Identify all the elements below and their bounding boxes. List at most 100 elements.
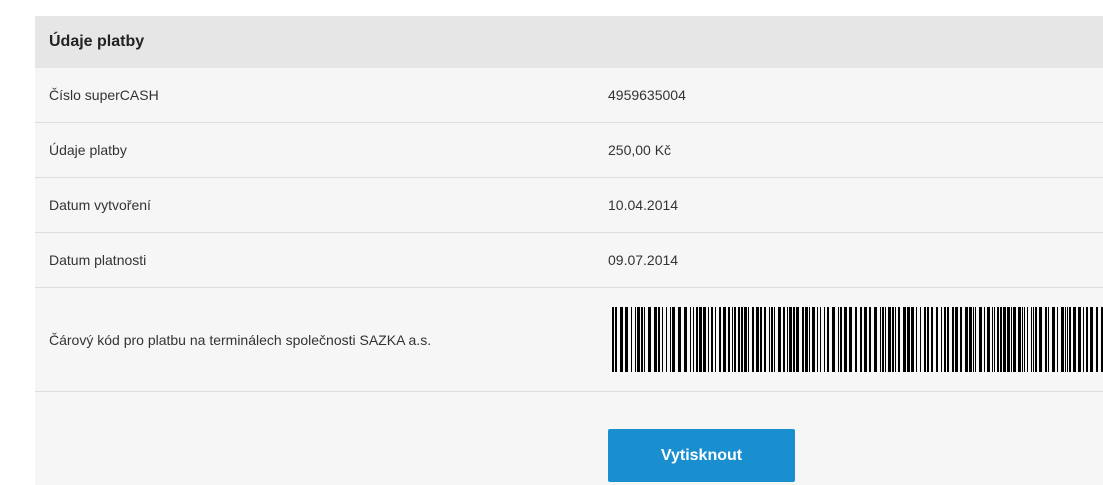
- barcode-bar: [1033, 307, 1034, 372]
- barcode-bar: [1031, 307, 1032, 372]
- barcode-bar: [738, 307, 740, 372]
- barcode-bar: [805, 307, 808, 372]
- barcode-bar: [631, 307, 632, 372]
- barcode-bar: [771, 307, 773, 372]
- barcode-bar: [1022, 307, 1023, 372]
- barcode-bar: [1078, 307, 1081, 372]
- barcode-bar: [1013, 307, 1016, 372]
- barcode-bar: [734, 307, 736, 372]
- barcode-bar: [882, 307, 884, 372]
- barcode-bar: [1007, 307, 1010, 372]
- barcode-bar: [752, 307, 754, 372]
- barcode-bar: [892, 307, 894, 372]
- barcode-bar: [941, 307, 942, 372]
- row-label: Datum vytvoření: [49, 197, 151, 213]
- barcode-bar: [723, 307, 726, 372]
- barcode-bar: [684, 307, 687, 372]
- barcode-bar: [1086, 307, 1088, 372]
- barcode-bar: [838, 307, 839, 372]
- row-barcode: Čárový kód pro platbu na terminálech spo…: [35, 288, 1103, 392]
- barcode-bar: [783, 307, 785, 372]
- barcode-bar: [1018, 307, 1021, 372]
- barcode-bar: [1045, 307, 1047, 372]
- barcode-bar: [625, 307, 628, 372]
- barcode-bar: [1090, 307, 1093, 372]
- barcode-bar: [612, 307, 614, 372]
- print-button[interactable]: Vytisknout: [608, 429, 795, 482]
- barcode-bar: [696, 307, 698, 372]
- barcode-bar: [635, 307, 636, 372]
- barcode-bar: [860, 307, 862, 372]
- barcode-bar: [869, 307, 871, 372]
- barcode-bar: [658, 307, 660, 372]
- barcode-bar: [916, 307, 917, 372]
- barcode-bar: [952, 307, 954, 372]
- barcode-bar: [1083, 307, 1084, 372]
- barcode-bar: [670, 307, 671, 372]
- row-value: 10.04.2014: [608, 197, 679, 213]
- barcode-bar: [880, 307, 881, 372]
- barcode-bar: [654, 307, 657, 372]
- barcode-bar: [1069, 307, 1071, 372]
- barcode-bar: [849, 307, 852, 372]
- barcode-bar: [728, 307, 730, 372]
- barcode-bar: [690, 307, 691, 372]
- barcode-bar: [817, 307, 818, 372]
- barcode-bar: [1057, 307, 1058, 372]
- barcode-bar: [979, 307, 982, 372]
- barcode-bar: [920, 307, 921, 372]
- barcode-bar: [936, 307, 938, 372]
- row-value: 4959635004: [608, 87, 686, 103]
- barcode-bar: [1048, 307, 1049, 372]
- barcode-bar: [662, 307, 663, 372]
- barcode-bar: [778, 307, 781, 372]
- barcode-bar: [997, 307, 999, 372]
- row-payment-amount: Údaje platby 250,00 Kč: [35, 123, 1103, 178]
- barcode-bar: [1052, 307, 1055, 372]
- barcode-bar: [924, 307, 926, 372]
- row-label: Údaje platby: [49, 142, 127, 158]
- barcode-bar: [678, 307, 681, 372]
- barcode-bar: [975, 307, 976, 372]
- barcode-bar: [648, 307, 651, 372]
- barcode-bar: [802, 307, 804, 372]
- barcode-bar: [944, 307, 946, 372]
- barcode-bar: [672, 307, 675, 372]
- barcode-bar: [1065, 307, 1066, 372]
- barcode-bar: [708, 307, 709, 372]
- barcode-bar: [1039, 307, 1042, 372]
- barcode-bar: [855, 307, 857, 372]
- barcode-bar: [1035, 307, 1037, 372]
- barcode-bar: [895, 307, 896, 372]
- barcode-bar: [955, 307, 958, 372]
- barcode-bar: [965, 307, 968, 372]
- barcode-image: [612, 307, 1103, 372]
- barcode-bar: [907, 307, 910, 372]
- barcode-bar: [693, 307, 694, 372]
- barcode-bar: [931, 307, 933, 372]
- barcode-bar: [874, 307, 877, 372]
- barcode-bar: [844, 307, 847, 372]
- barcode-bar: [1011, 307, 1012, 372]
- row-created-date: Datum vytvoření 10.04.2014: [35, 178, 1103, 233]
- barcode-bar: [1073, 307, 1076, 372]
- barcode-bar: [864, 307, 867, 372]
- barcode-bar: [820, 307, 821, 372]
- barcode-bar: [1000, 307, 1002, 372]
- barcode-bar: [793, 307, 795, 372]
- barcode-bar: [969, 307, 972, 372]
- barcode-bar: [973, 307, 974, 372]
- barcode-bar: [984, 307, 985, 372]
- panel-header: Údaje platby: [35, 16, 1103, 68]
- barcode-bar: [1067, 307, 1068, 372]
- barcode-bar: [903, 307, 906, 372]
- barcode-bar: [832, 307, 835, 372]
- barcode-bar: [789, 307, 792, 372]
- barcode-bar: [774, 307, 775, 372]
- barcode-bar: [911, 307, 914, 372]
- barcode-bar: [992, 307, 993, 372]
- barcode-bar: [827, 307, 829, 372]
- barcode-bar: [741, 307, 743, 372]
- row-value: 09.07.2014: [608, 252, 679, 268]
- barcode-bar: [615, 307, 617, 372]
